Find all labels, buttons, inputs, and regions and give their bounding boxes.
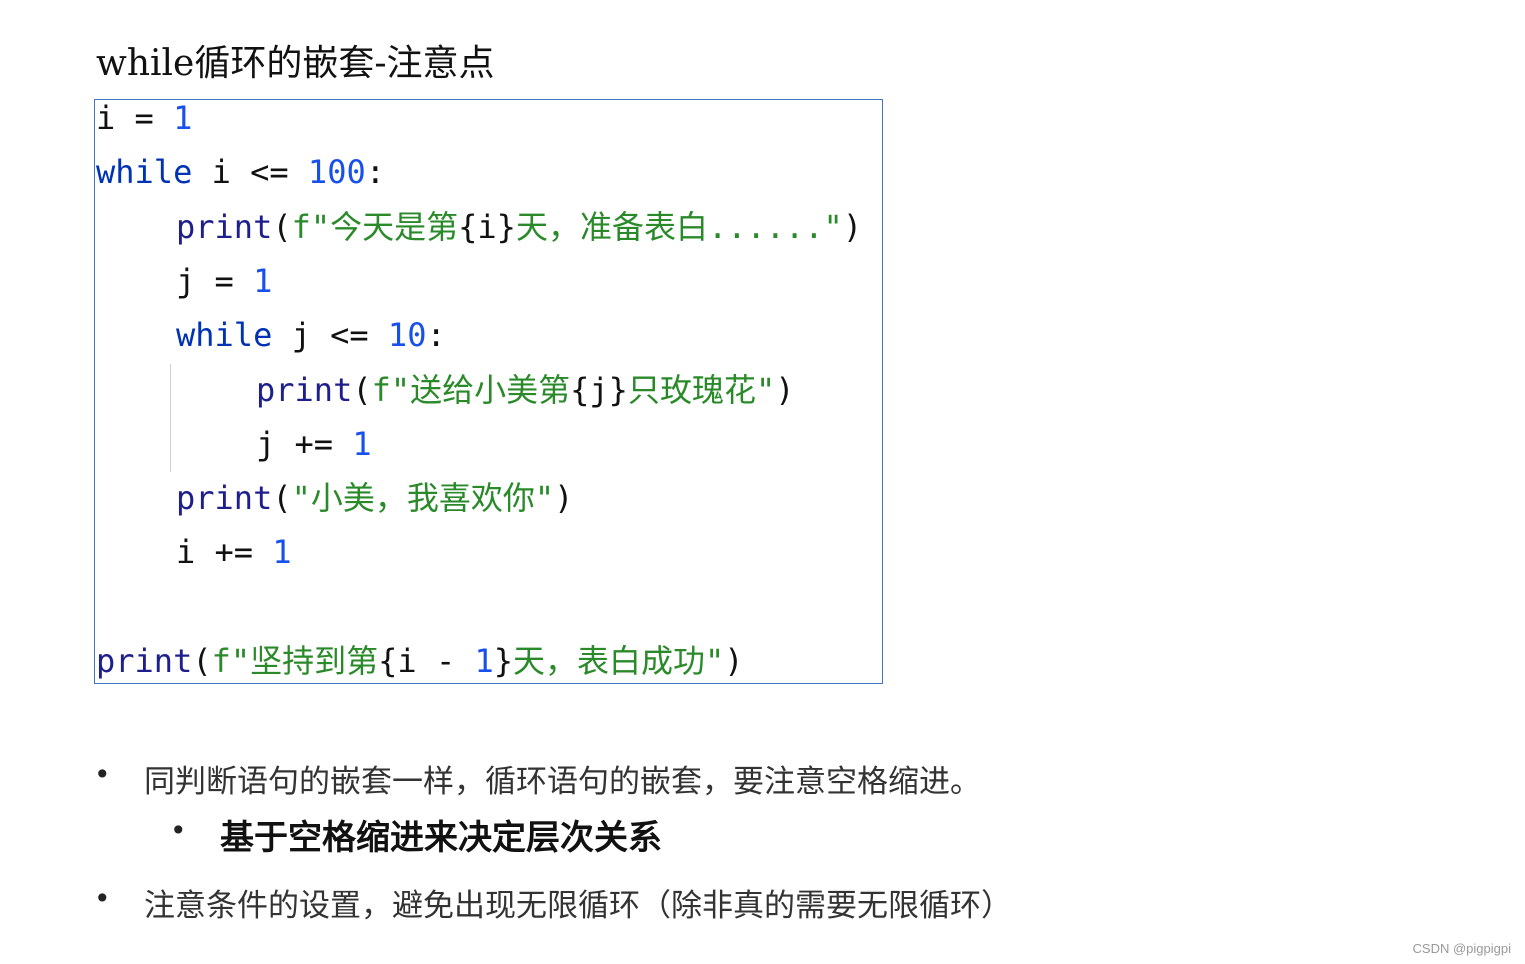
code-token: {i} [458,207,516,246]
code-token: : [365,153,385,192]
code-token: 100 [307,153,366,192]
code-line: while i <= 100: [96,145,385,199]
code-line: print(f"坚持到第{i - 1}天，表白成功") [96,634,744,688]
code-token: 天，表白成功" [513,642,725,680]
code-token: i <= [192,153,308,192]
code-token: f"今天是第 [291,207,459,246]
code-token: ( [272,479,292,518]
code-token: print [176,207,273,246]
code-line: j = 1 [176,254,272,308]
code-token: 10 [387,316,427,355]
code-token: {j} [570,370,628,409]
code-token: j = [176,261,254,300]
code-token: {i - [378,642,475,680]
code-line: j += 1 [256,417,372,471]
code-token: j <= [272,316,388,355]
code-token: f"送给小美第 [371,370,571,409]
code-token: ( [272,207,292,246]
code-token: ( [192,642,212,680]
code-token: print [256,370,353,409]
code-token: while [96,153,193,192]
code-token: ) [842,207,863,246]
bullet-item: 同判断语句的嵌套一样，循环语句的嵌套，要注意空格缩进。 [144,764,981,800]
code-token: i += [176,533,273,572]
code-token: ) [724,642,744,680]
code-token: 天，准备表白......" [515,207,843,246]
bullet-dot: • [170,814,187,847]
code-token: while [176,316,273,355]
code-token: print [176,479,273,518]
code-line: print("小美，我喜欢你") [176,471,573,525]
bullet-dot: • [94,758,111,791]
code-token: 1 [272,533,292,572]
code-token: } [493,642,513,680]
code-line: i += 1 [176,525,292,579]
page-title: while循环的嵌套-注意点 [96,43,495,84]
code-line: print(f"送给小美第{j}只玫瑰花") [256,363,794,417]
code-line: while j <= 10: [176,308,446,362]
bullet-dot: • [94,882,111,915]
code-token: 1 [253,261,273,300]
bullet-item: 注意条件的设置，避免出现无限循环（除非真的需要无限循环） [144,888,1012,924]
code-token: : [426,316,446,355]
indent-guide [170,364,171,472]
code-token: ( [352,370,372,409]
code-token: 1 [474,642,494,680]
code-block: i = 1 while i <= 100: print(f"今天是第{i}天，准备表… [94,99,883,684]
code-token: "小美，我喜欢你" [291,479,555,518]
watermark: CSDN @pigpigpi [1412,941,1511,956]
code-token: ) [775,370,795,409]
code-token: 1 [173,99,193,137]
code-token: ) [554,479,574,518]
code-line: i = 1 [96,91,192,145]
bullet-item-sub: 基于空格缩进来决定层次关系 [220,818,662,858]
code-token: j += [256,424,353,463]
code-line: print(f"今天是第{i}天，准备表白......") [176,200,862,254]
code-token: i = [96,99,174,137]
code-token: 1 [352,424,372,463]
code-token: 只玫瑰花" [627,370,776,409]
code-token: print [96,642,193,680]
code-token: f"坚持到第 [211,642,379,680]
